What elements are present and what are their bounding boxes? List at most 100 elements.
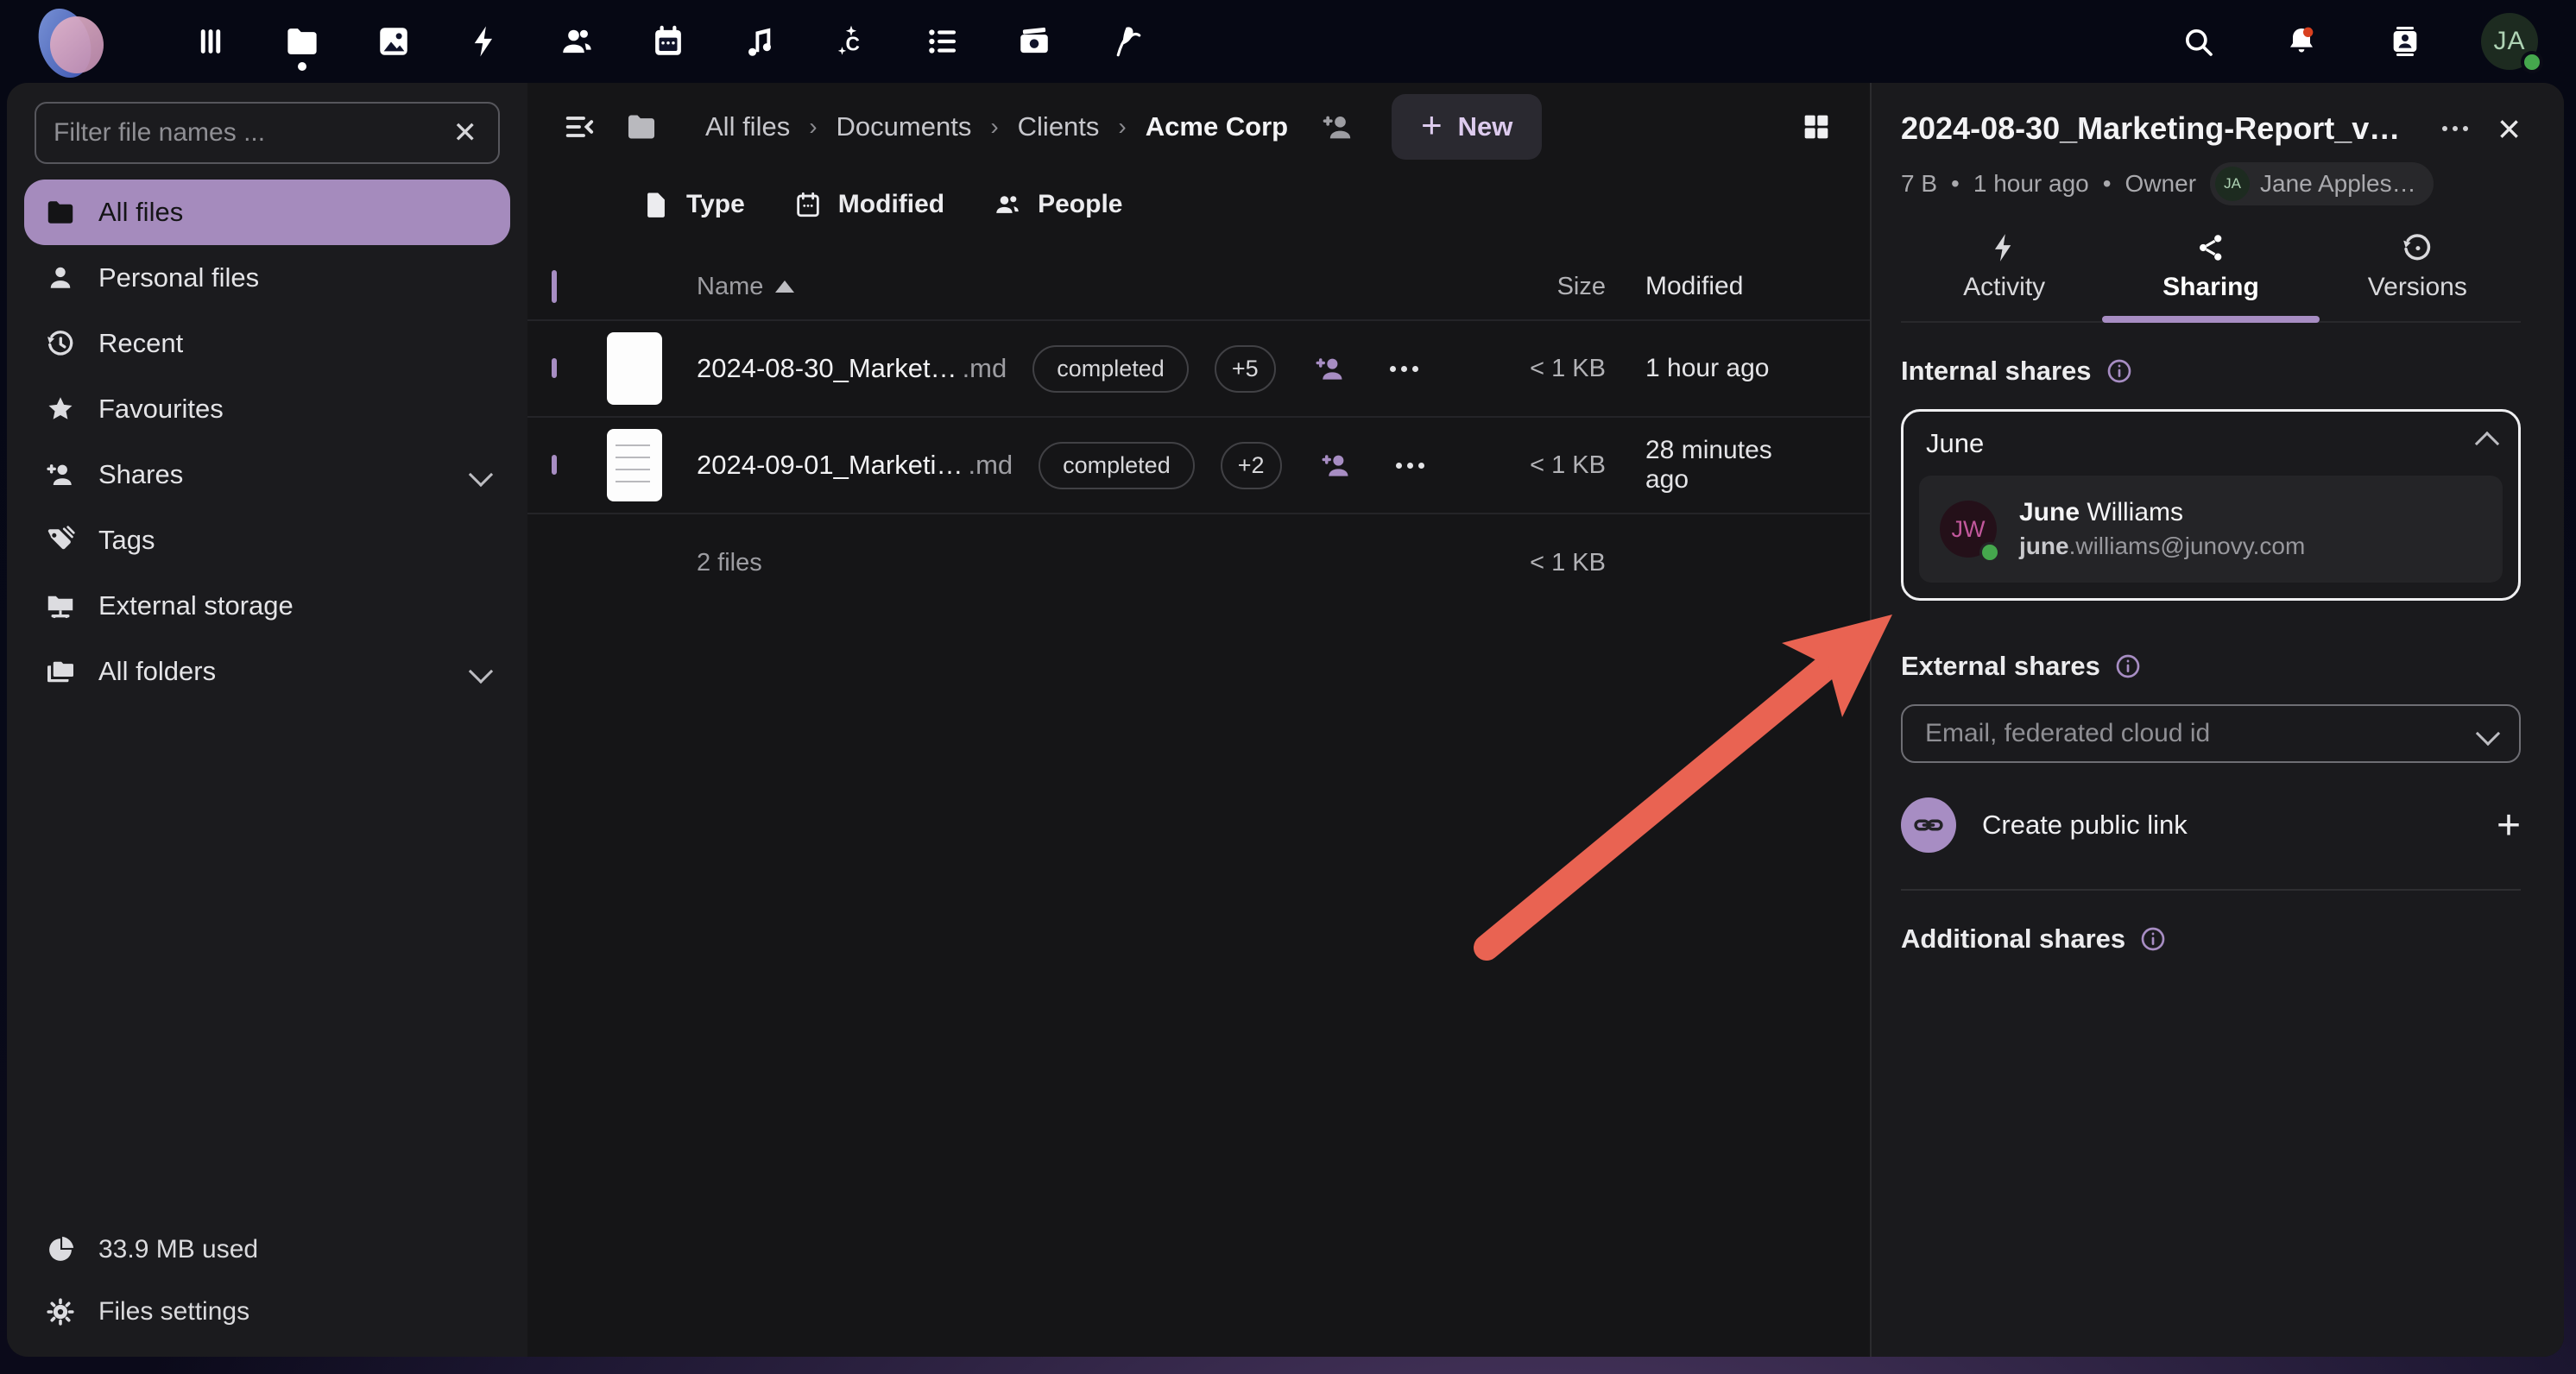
quota-label: 33.9 MB used <box>98 1235 258 1264</box>
shared-button[interactable] <box>1320 449 1353 482</box>
internal-share-search-input[interactable] <box>1926 428 2468 459</box>
row-checkbox[interactable] <box>552 358 557 378</box>
files-settings-button[interactable]: Files settings <box>24 1281 510 1343</box>
info-icon[interactable] <box>2114 652 2142 680</box>
external-share-inputbox <box>1901 704 2521 763</box>
app-menu: C <box>192 16 1145 67</box>
chevron-down-icon[interactable] <box>469 659 493 684</box>
meta-separator: • <box>2103 170 2112 198</box>
tab-versions[interactable]: Versions <box>2314 231 2521 321</box>
filter-chip-modified[interactable]: Modified <box>793 190 944 219</box>
chevron-down-icon[interactable] <box>2476 722 2500 746</box>
contacts-menu-button[interactable] <box>2377 14 2433 69</box>
info-icon[interactable] <box>2106 357 2133 385</box>
user-avatar[interactable]: JA <box>2481 13 2538 70</box>
details-actions-menu[interactable] <box>2442 126 2468 131</box>
file-list-summary: 2 files < 1 KB <box>527 514 1870 611</box>
sidebar-item-personal-files[interactable]: Personal files <box>24 245 510 311</box>
owner-pill[interactable]: JA Jane Apples… <box>2210 162 2434 205</box>
create-public-link-row[interactable]: Create public link + <box>1901 797 2521 853</box>
close-icon[interactable]: × <box>2497 109 2521 148</box>
search-button[interactable] <box>2170 14 2226 69</box>
details-modified-time: 1 hour ago <box>1973 170 2089 198</box>
sidebar-item-recent[interactable]: Recent <box>24 311 510 376</box>
svg-text:C: C <box>846 33 860 55</box>
share-suggestion-june-williams[interactable]: JW June Williams june.williams@junovy.co… <box>1919 476 2503 583</box>
row-actions-menu[interactable] <box>1390 366 1418 372</box>
external-share-input[interactable] <box>1925 719 2479 748</box>
breadcrumb-separator: › <box>990 113 998 141</box>
column-header-size[interactable]: Size <box>1476 273 1606 301</box>
breadcrumb-all-files[interactable]: All files <box>695 111 800 142</box>
row-actions-menu[interactable] <box>1396 463 1424 469</box>
sidebar-item-all-files[interactable]: All files <box>24 180 510 245</box>
file-modified: 1 hour ago <box>1606 354 1822 383</box>
tab-activity[interactable]: Activity <box>1901 231 2107 321</box>
share-person-icon <box>45 459 76 490</box>
app-music[interactable] <box>741 16 779 67</box>
notifications-button[interactable] <box>2274 14 2329 69</box>
history-icon <box>2401 231 2434 264</box>
app-contacts[interactable] <box>558 16 596 67</box>
grid-view-toggle[interactable] <box>1789 99 1844 154</box>
select-all-checkbox[interactable] <box>552 270 557 303</box>
filter-chip-people[interactable]: People <box>993 190 1122 219</box>
meta-separator: • <box>1951 170 1960 198</box>
details-tabs: Activity Sharing Versions <box>1901 231 2521 323</box>
owner-avatar: JA <box>2215 167 2250 201</box>
filter-chip-label: Type <box>686 190 745 219</box>
sidebar-item-label: Tags <box>98 525 155 556</box>
file-size: < 1 KB <box>1476 355 1606 383</box>
column-header-name[interactable]: Name <box>697 273 763 301</box>
sidebar-item-label: External storage <box>98 590 294 621</box>
user-initials: JA <box>2493 27 2525 56</box>
filter-filenames-box: ✕ <box>35 102 500 164</box>
sidebar-item-external-storage[interactable]: External storage <box>24 573 510 639</box>
sidebar-item-shares[interactable]: Shares <box>24 442 510 507</box>
sort-ascending-icon <box>775 280 794 293</box>
shared-button[interactable] <box>1314 352 1347 385</box>
app-photos[interactable] <box>375 16 413 67</box>
breadcrumb-current-acme-corp[interactable]: Acme Corp <box>1135 111 1298 142</box>
lightning-icon <box>467 23 503 60</box>
column-header-modified[interactable]: Modified <box>1606 272 1822 301</box>
row-checkbox[interactable] <box>552 455 557 475</box>
sidebar-item-label: Recent <box>98 328 183 359</box>
breadcrumb-documents[interactable]: Documents <box>826 111 982 142</box>
breadcrumb-clients[interactable]: Clients <box>1007 111 1110 142</box>
sidebar-item-all-folders[interactable]: All folders <box>24 639 510 704</box>
filter-chip-type[interactable]: Type <box>641 190 745 219</box>
info-icon[interactable] <box>2139 925 2167 953</box>
tag-overflow-chip: +5 <box>1215 345 1276 393</box>
breadcrumb-bar: All files › Documents › Clients › Acme C… <box>527 83 1870 171</box>
calendar-icon <box>793 190 823 219</box>
clear-filter-icon[interactable]: ✕ <box>450 115 482 151</box>
app-dashboard[interactable] <box>192 16 230 67</box>
table-row-file-1[interactable]: 2024-08-30_Market… .md completed +5 < 1 … <box>527 321 1870 418</box>
breadcrumb-separator: › <box>1118 113 1126 141</box>
file-thumbnail <box>607 429 662 501</box>
app-calendar[interactable] <box>649 16 687 67</box>
app-files[interactable] <box>283 16 321 67</box>
add-public-link-button[interactable]: + <box>2497 802 2521 849</box>
app-tasks[interactable] <box>924 16 962 67</box>
app-notes[interactable] <box>1107 16 1145 67</box>
people-icon <box>993 190 1022 219</box>
chevron-down-icon[interactable] <box>469 463 493 487</box>
table-row-file-2[interactable]: 2024-09-01_Marketi… .md completed +2 < 1… <box>527 418 1870 514</box>
new-button[interactable]: + New <box>1392 94 1542 160</box>
folder-icon <box>284 23 320 60</box>
sidebar-item-label: Shares <box>98 459 183 490</box>
app-recognize[interactable]: C <box>832 16 870 67</box>
home-folder-icon[interactable] <box>614 99 669 154</box>
filter-filenames-input[interactable] <box>54 118 450 148</box>
chevron-up-icon[interactable] <box>2475 432 2499 456</box>
share-folder-button[interactable] <box>1310 99 1366 154</box>
app-activity[interactable] <box>466 16 504 67</box>
sidebar-item-favourites[interactable]: Favourites <box>24 376 510 442</box>
sidebar-item-tags[interactable]: Tags <box>24 507 510 573</box>
tab-sharing[interactable]: Sharing <box>2107 231 2314 321</box>
app-money[interactable] <box>1015 16 1053 67</box>
nextcloud-logo[interactable] <box>35 6 109 80</box>
collapse-sidebar-button[interactable] <box>552 99 607 154</box>
